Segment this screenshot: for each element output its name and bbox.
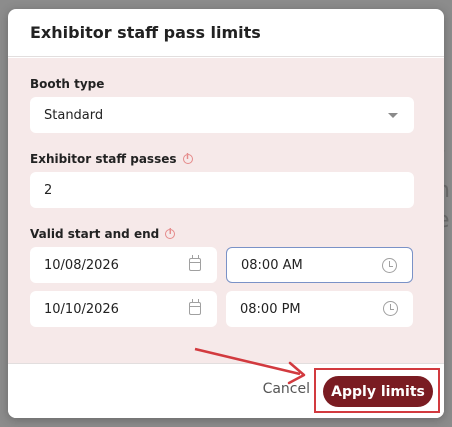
start-row: 10/08/2026 08:00 AM xyxy=(30,247,422,283)
clock-icon[interactable] xyxy=(382,258,397,273)
end-row: 10/10/2026 08:00 PM xyxy=(30,291,422,327)
staff-passes-label: Exhibitor staff passes xyxy=(30,151,422,167)
end-date-value: 10/10/2026 xyxy=(44,301,119,317)
end-time-value: 08:00 PM xyxy=(240,301,301,317)
apply-limits-button[interactable]: Apply limits xyxy=(323,376,433,407)
booth-type-label: Booth type xyxy=(30,76,422,92)
booth-type-select[interactable]: Standard xyxy=(30,97,414,133)
calendar-icon[interactable] xyxy=(189,255,201,271)
start-date-value: 10/08/2026 xyxy=(44,257,119,273)
cancel-button[interactable]: Cancel xyxy=(263,381,310,397)
clock-icon[interactable] xyxy=(383,301,398,316)
chevron-down-icon xyxy=(388,113,398,118)
dialog-title: Exhibitor staff pass limits xyxy=(30,23,261,42)
dialog-header: Exhibitor staff pass limits xyxy=(8,9,444,57)
start-date-input[interactable]: 10/08/2026 xyxy=(30,247,217,283)
staff-pass-limits-dialog: Exhibitor staff pass limits Booth type S… xyxy=(8,9,444,418)
end-date-input[interactable]: 10/10/2026 xyxy=(30,291,217,327)
staff-passes-label-text: Exhibitor staff passes xyxy=(30,152,177,166)
valid-range-label: Valid start and end xyxy=(30,226,422,242)
booth-type-label-text: Booth type xyxy=(30,77,105,91)
end-time-input[interactable]: 08:00 PM xyxy=(226,291,413,327)
staff-passes-input[interactable]: 2 xyxy=(30,172,414,208)
staff-passes-value: 2 xyxy=(44,182,53,198)
calendar-icon[interactable] xyxy=(189,299,201,315)
info-icon[interactable] xyxy=(165,227,176,239)
valid-range-label-text: Valid start and end xyxy=(30,227,160,241)
dialog-footer: Cancel Apply limits xyxy=(8,363,444,418)
booth-type-value: Standard xyxy=(44,107,104,123)
info-icon[interactable] xyxy=(182,152,193,164)
dialog-body: Booth type Standard Exhibitor staff pass… xyxy=(8,58,444,363)
start-time-value: 08:00 AM xyxy=(241,257,303,273)
start-time-input[interactable]: 08:00 AM xyxy=(226,247,413,283)
